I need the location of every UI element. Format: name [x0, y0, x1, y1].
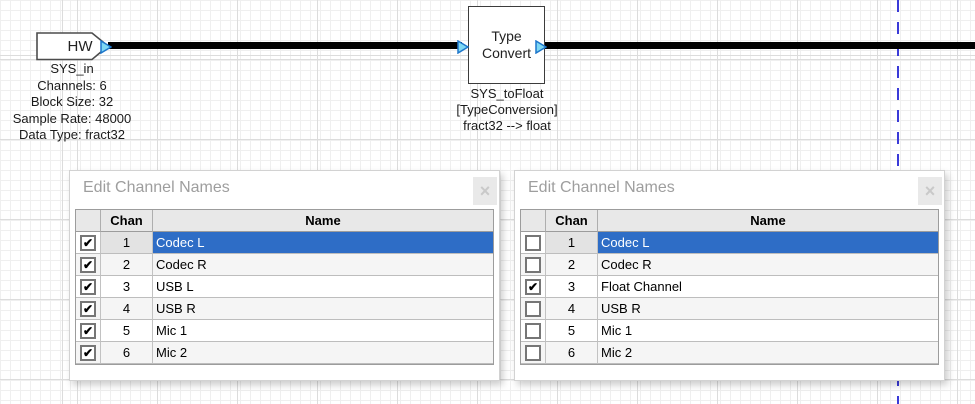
close-icon[interactable]: ×	[473, 177, 497, 205]
name-column-header[interactable]: Name	[598, 210, 938, 232]
channel-number-cell[interactable]: 2	[546, 254, 598, 276]
channel-number-cell[interactable]: 4	[101, 298, 153, 320]
channel-number-cell[interactable]: 6	[546, 342, 598, 364]
channel-checkbox-checked[interactable]: ✔	[80, 235, 96, 251]
edit-channel-names-dialog-2: Edit Channel Names × Chan Name 1Codec L2…	[514, 170, 945, 381]
channel-checkbox-checked[interactable]: ✔	[80, 301, 96, 317]
channel-checkbox-unchecked[interactable]	[525, 257, 541, 273]
channel-table: Chan Name 1Codec L2Codec R ✔ 3Float Channe…	[520, 209, 939, 365]
channel-number-cell[interactable]: 1	[546, 232, 598, 254]
signal-wire-convert-out[interactable]	[544, 42, 975, 49]
signal-wire-hw-to-convert[interactable]	[108, 42, 462, 49]
type-convert-conversion: fract32 --> float	[456, 118, 557, 134]
channel-name-cell[interactable]: Mic 2	[153, 342, 493, 364]
channel-checkbox-cell[interactable]	[521, 254, 546, 276]
channel-checkbox-cell[interactable]: ✔	[521, 276, 546, 298]
channel-name-cell[interactable]: Mic 2	[598, 342, 938, 364]
channel-number-cell[interactable]: 3	[101, 276, 153, 298]
channel-name-cell[interactable]: USB R	[153, 298, 493, 320]
channel-checkbox-checked[interactable]: ✔	[80, 323, 96, 339]
checkbox-column-header	[521, 210, 546, 232]
channel-checkbox-unchecked[interactable]	[525, 301, 541, 317]
channel-checkbox-unchecked[interactable]	[525, 235, 541, 251]
hw-output-pin-icon[interactable]	[100, 40, 112, 54]
hw-data-type: Data Type: fract32	[13, 127, 132, 144]
channel-checkbox-cell[interactable]: ✔	[76, 320, 101, 342]
checkbox-column-header	[76, 210, 101, 232]
hw-channels: Channels: 6	[13, 78, 132, 95]
channel-checkbox-cell[interactable]: ✔	[76, 276, 101, 298]
channel-number-cell[interactable]: 3	[546, 276, 598, 298]
channel-number-cell[interactable]: 1	[101, 232, 153, 254]
type-convert-input-pin-icon[interactable]	[457, 40, 469, 54]
type-convert-block-label: Type Convert	[482, 28, 531, 62]
channel-checkbox-unchecked[interactable]	[525, 345, 541, 361]
channel-checkbox-cell[interactable]: ✔	[76, 342, 101, 364]
channel-checkbox-checked[interactable]: ✔	[525, 279, 541, 295]
dialog-title[interactable]: Edit Channel Names	[528, 179, 675, 197]
type-convert-block[interactable]: Type Convert	[468, 6, 545, 84]
channel-number-cell[interactable]: 5	[101, 320, 153, 342]
type-convert-block-info: SYS_toFloat [TypeConversion] fract32 -->…	[456, 86, 557, 134]
channel-checkbox-cell[interactable]: ✔	[76, 232, 101, 254]
channel-checkbox-cell[interactable]	[521, 342, 546, 364]
hw-block-info: SYS_in Channels: 6 Block Size: 32 Sample…	[13, 61, 132, 144]
name-column-header[interactable]: Name	[153, 210, 493, 232]
type-convert-instance-name: SYS_toFloat	[456, 86, 557, 102]
channel-name-cell[interactable]: Float Channel	[598, 276, 938, 298]
channel-checkbox-cell[interactable]: ✔	[76, 254, 101, 276]
channel-checkbox-checked[interactable]: ✔	[80, 257, 96, 273]
chan-column-header[interactable]: Chan	[101, 210, 153, 232]
channel-name-cell[interactable]: Codec L	[153, 232, 493, 254]
channel-checkbox-cell[interactable]	[521, 298, 546, 320]
channel-name-cell[interactable]: Codec L	[598, 232, 938, 254]
channel-name-cell[interactable]: Codec R	[153, 254, 493, 276]
dialog-title[interactable]: Edit Channel Names	[83, 179, 230, 197]
type-convert-output-pin-icon[interactable]	[535, 40, 547, 54]
hw-sample-rate: Sample Rate: 48000	[13, 111, 132, 128]
channel-table: Chan Name ✔ 1Codec L ✔ 2Codec R ✔ 3USB L ✔ 4USB…	[75, 209, 494, 365]
edit-channel-names-dialog-1: Edit Channel Names × Chan Name ✔ 1Codec L…	[69, 170, 500, 381]
channel-number-cell[interactable]: 5	[546, 320, 598, 342]
channel-checkbox-checked[interactable]: ✔	[80, 345, 96, 361]
channel-name-cell[interactable]: USB R	[598, 298, 938, 320]
channel-name-cell[interactable]: USB L	[153, 276, 493, 298]
channel-checkbox-cell[interactable]: ✔	[76, 298, 101, 320]
channel-number-cell[interactable]: 6	[101, 342, 153, 364]
channel-name-cell[interactable]: Mic 1	[598, 320, 938, 342]
channel-name-cell[interactable]: Codec R	[598, 254, 938, 276]
channel-checkbox-cell[interactable]	[521, 232, 546, 254]
channel-number-cell[interactable]: 2	[101, 254, 153, 276]
type-convert-module-type: [TypeConversion]	[456, 102, 557, 118]
hw-block-size: Block Size: 32	[13, 94, 132, 111]
channel-name-cell[interactable]: Mic 1	[153, 320, 493, 342]
channel-number-cell[interactable]: 4	[546, 298, 598, 320]
channel-checkbox-unchecked[interactable]	[525, 323, 541, 339]
channel-checkbox-cell[interactable]	[521, 320, 546, 342]
hw-instance-name: SYS_in	[13, 61, 132, 78]
chan-column-header[interactable]: Chan	[546, 210, 598, 232]
close-icon[interactable]: ×	[918, 177, 942, 205]
channel-checkbox-checked[interactable]: ✔	[80, 279, 96, 295]
hw-input-block[interactable]: HW	[36, 32, 109, 60]
